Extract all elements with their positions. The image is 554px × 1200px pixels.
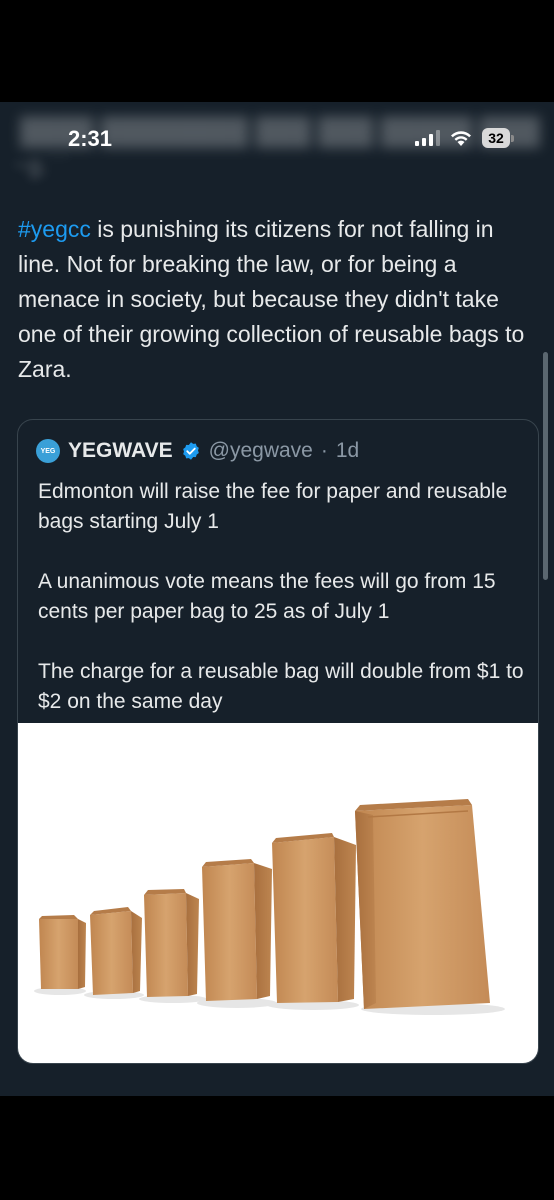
hashtag-link[interactable]: #yegcc <box>18 216 91 242</box>
tweet-text: #yegcc is punishing its citizens for not… <box>18 212 534 387</box>
battery-level: 32 <box>482 128 510 148</box>
signal-icon <box>415 130 440 146</box>
quoted-tweet-card[interactable]: YEG YEGWAVE @yegwave · 1d Edmonton will … <box>17 419 539 1064</box>
quote-paragraph: A unanimous vote means the fees will go … <box>38 570 496 623</box>
paper-bag-xxl <box>355 799 505 1015</box>
scrollbar[interactable] <box>543 352 548 580</box>
battery-tip <box>511 134 514 142</box>
status-bar: ████ ████████ ███ ███ █████ ████ ~g.˙˙˙ … <box>0 102 554 179</box>
phone-frame: ████ ████████ ███ ███ █████ ████ ~g.˙˙˙ … <box>0 0 554 1200</box>
paper-bag-s <box>84 907 144 999</box>
paper-bags-illustration <box>34 799 505 1015</box>
paper-bags-image[interactable] <box>18 723 538 1063</box>
separator-dot: · <box>320 439 328 462</box>
blurred-text-fragment: ~g.˙˙˙ <box>14 152 73 179</box>
tweet-body: is punishing its citizens for not fallin… <box>18 216 525 382</box>
quoted-tweet-body: Edmonton will raise the fee for paper an… <box>38 477 524 747</box>
battery-icon: 32 <box>482 128 514 148</box>
quote-paragraph: The charge for a reusable bag will doubl… <box>38 660 524 713</box>
quoted-tweet-header: YEG YEGWAVE @yegwave · 1d <box>36 436 359 466</box>
paper-bag-xl <box>267 833 359 1010</box>
status-icons: 32 <box>415 128 514 148</box>
verified-badge-icon <box>182 442 199 460</box>
wifi-icon <box>451 131 471 146</box>
paper-bag-xs <box>34 915 86 995</box>
status-time: 2:31 <box>68 126 113 151</box>
paper-bag-l <box>197 859 277 1008</box>
handle[interactable]: @yegwave <box>209 439 313 463</box>
quote-paragraph: Edmonton will raise the fee for paper an… <box>38 480 508 533</box>
paper-bag-m <box>139 889 207 1003</box>
app-screen: ████ ████████ ███ ███ █████ ████ ~g.˙˙˙ … <box>0 102 554 1096</box>
post-time[interactable]: 1d <box>336 439 359 463</box>
avatar[interactable]: YEG <box>36 439 60 463</box>
display-name[interactable]: YEGWAVE <box>68 439 173 463</box>
